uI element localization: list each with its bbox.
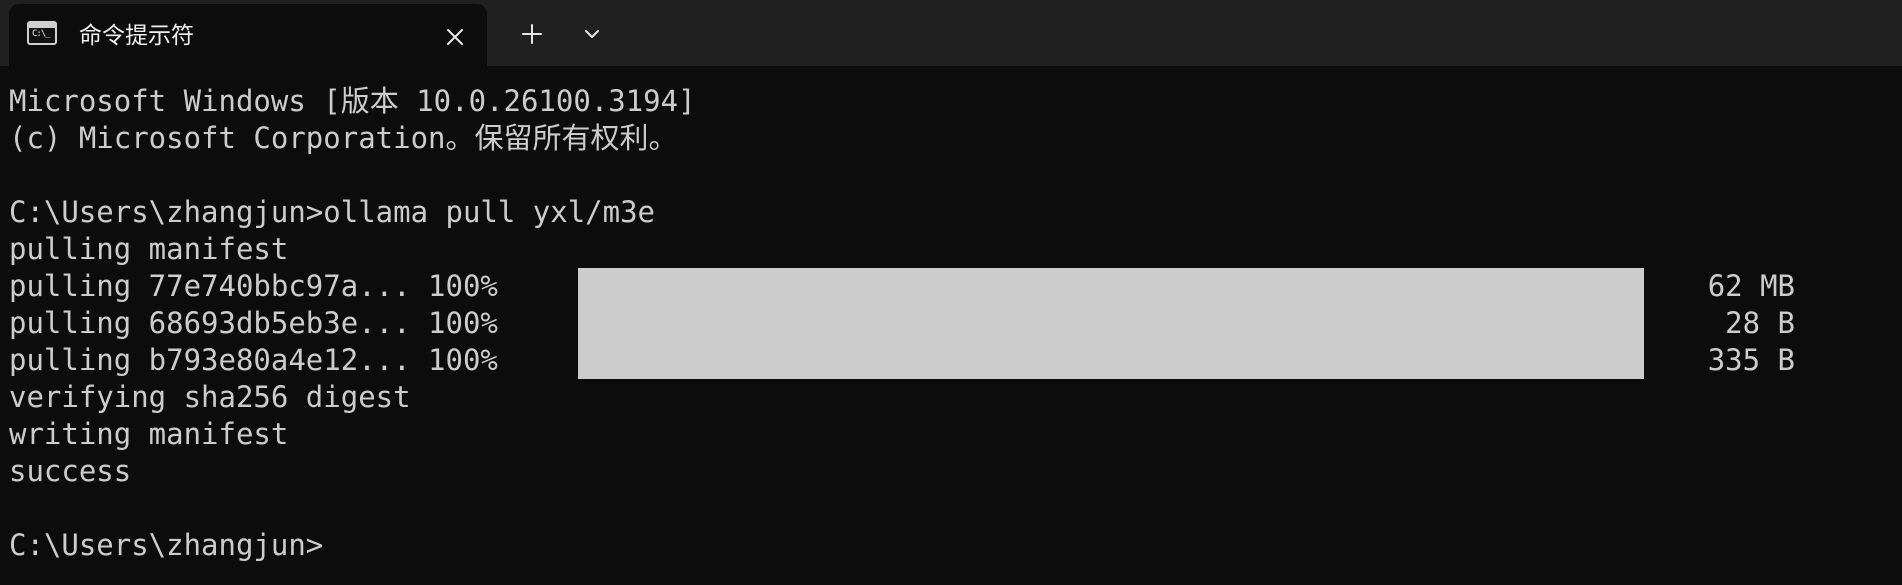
tab-bar: C:\_ 命令提示符	[0, 0, 1902, 66]
layer-size: 28 B	[1725, 306, 1795, 340]
progress-fill	[578, 268, 1644, 305]
pull-layer-line: pulling 77e740bbc97a... 100%	[9, 269, 498, 303]
terminal-line: verifying sha256 digest	[9, 380, 411, 414]
progress-bar	[578, 305, 1644, 342]
close-tab-button[interactable]	[439, 21, 471, 53]
new-tab-button[interactable]	[514, 16, 550, 52]
progress-bar	[578, 342, 1644, 379]
terminal-icon: C:\_	[27, 21, 57, 45]
pull-layer-line: pulling 68693db5eb3e... 100%	[9, 306, 498, 340]
command-prompt-line[interactable]: C:\Users\zhangjun>	[9, 527, 323, 564]
terminal-window: C:\_ 命令提示符 Microsoft Windows [版本 10.0.26…	[0, 0, 1902, 585]
terminal-line: pulling manifest	[9, 232, 289, 266]
layer-size: 62 MB	[1707, 269, 1795, 303]
terminal-line: writing manifest	[9, 417, 289, 451]
tab-title: 命令提示符	[79, 23, 194, 49]
terminal-output[interactable]: Microsoft Windows [版本 10.0.26100.3194] (…	[0, 66, 1902, 585]
pull-layer-line: pulling b793e80a4e12... 100%	[9, 343, 498, 377]
plus-icon	[522, 24, 542, 44]
close-icon	[447, 29, 463, 45]
terminal-line: success	[9, 454, 132, 488]
terminal-line: C:\Users\zhangjun>ollama pull yxl/m3e	[9, 195, 656, 229]
progress-fill	[578, 305, 1644, 342]
terminal-line: (c) Microsoft Corporation。保留所有权利。	[9, 121, 678, 155]
terminal-icon-label: C:\_	[32, 29, 51, 39]
tab-command-prompt[interactable]: C:\_ 命令提示符	[9, 4, 487, 66]
progress-fill	[578, 342, 1644, 379]
chevron-down-icon	[585, 30, 599, 38]
terminal-line: Microsoft Windows [版本 10.0.26100.3194]	[9, 84, 696, 118]
progress-bar	[578, 268, 1644, 305]
layer-size: 335 B	[1707, 343, 1795, 377]
tab-dropdown-button[interactable]	[574, 16, 610, 52]
